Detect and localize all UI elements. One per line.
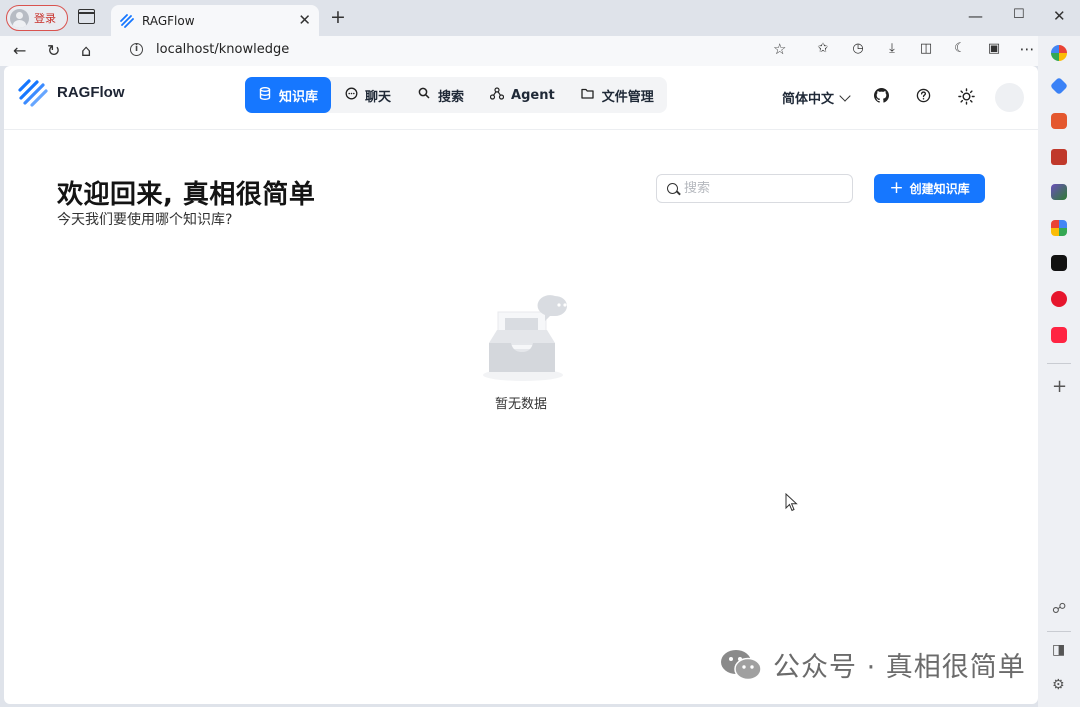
- profile-login-label: 登录: [34, 12, 56, 25]
- search-icon: [667, 183, 678, 194]
- app-header: RAGFlow 知识库 聊天 搜索 Agent 文件管理 简体中文: [4, 66, 1038, 130]
- empty-state-text: 暂无数据: [494, 397, 547, 412]
- nav-search[interactable]: 搜索: [404, 77, 477, 113]
- games-app-icon[interactable]: [1051, 184, 1067, 200]
- create-knowledge-base-button[interactable]: + 创建知识库: [874, 174, 985, 203]
- site-info-icon[interactable]: i: [130, 43, 143, 56]
- reload-icon[interactable]: ↻: [47, 41, 60, 60]
- tag-app-icon[interactable]: [1049, 76, 1069, 96]
- back-icon[interactable]: ←: [13, 41, 26, 60]
- favorites-icon[interactable]: ✩: [815, 41, 831, 57]
- search-icon: [417, 87, 431, 103]
- google-app-icon[interactable]: [1051, 45, 1067, 61]
- chevron-down-icon: [839, 89, 851, 102]
- github-icon[interactable]: [873, 88, 889, 104]
- chat-icon: [344, 87, 358, 104]
- sidebar-tools-icon[interactable]: ☍: [1052, 601, 1066, 617]
- theme-sun-icon[interactable]: [958, 88, 975, 105]
- plus-icon: +: [889, 178, 904, 198]
- office-app-icon[interactable]: [1051, 113, 1067, 129]
- tiktok-app-icon[interactable]: [1051, 255, 1067, 271]
- tab-title: RAGFlow: [142, 13, 195, 28]
- new-tab-icon[interactable]: +: [330, 6, 346, 28]
- sidebar-divider-bottom: [1047, 631, 1071, 632]
- profile-avatar-icon: [10, 8, 29, 28]
- main-nav: 知识库 聊天 搜索 Agent 文件管理: [245, 77, 667, 113]
- browser-tab-ragflow[interactable]: RAGFlow ✕: [111, 5, 319, 36]
- performance-icon[interactable]: ☾: [952, 41, 968, 57]
- folder-icon: [581, 88, 595, 103]
- nav-chat[interactable]: 聊天: [331, 77, 404, 113]
- nav-knowledge-base[interactable]: 知识库: [245, 77, 332, 113]
- knowledge-search-box[interactable]: [656, 174, 853, 203]
- help-icon[interactable]: [915, 88, 931, 104]
- wechat-logo-icon: [721, 649, 762, 680]
- nav-agent[interactable]: Agent: [477, 77, 568, 113]
- add-app-icon[interactable]: +: [1052, 376, 1067, 397]
- create-knowledge-base-label: 创建知识库: [909, 182, 970, 196]
- empty-inbox-icon: [483, 295, 573, 381]
- hide-sidebar-icon[interactable]: ◨: [1052, 642, 1065, 658]
- apps-grid-icon[interactable]: [1051, 220, 1067, 236]
- url-text[interactable]: localhost/knowledge: [156, 42, 289, 57]
- more-menu-icon[interactable]: ⋯: [1019, 41, 1035, 57]
- nav-file-management-label: 文件管理: [601, 89, 654, 105]
- watermark-text: 公众号 · 真相很简单: [773, 652, 1026, 683]
- tools-app-icon[interactable]: [1051, 149, 1067, 165]
- watermark: 公众号 · 真相很简单: [719, 645, 1026, 684]
- bookmark-star-icon[interactable]: ☆: [773, 40, 786, 58]
- nav-chat-label: 聊天: [365, 89, 392, 105]
- history-icon[interactable]: ◷: [850, 41, 866, 57]
- minimize-icon[interactable]: —: [968, 7, 983, 25]
- page-subtitle: 今天我们要使用哪个知识库?: [57, 212, 233, 228]
- maximize-icon[interactable]: ☐: [1013, 7, 1025, 22]
- sidebar-settings-icon[interactable]: ⚙: [1052, 677, 1065, 693]
- language-select-value: 简体中文: [782, 92, 835, 107]
- xiaohongshu-app-icon[interactable]: [1051, 327, 1067, 343]
- nav-file-management[interactable]: 文件管理: [568, 77, 667, 113]
- ragflow-page: RAGFlow 知识库 聊天 搜索 Agent 文件管理 简体中文 欢迎回来, …: [4, 66, 1038, 704]
- mouse-cursor-icon: [785, 493, 798, 512]
- knowledge-search-input[interactable]: [684, 181, 834, 196]
- edge-sidebar: + ☍ ◨ ⚙: [1038, 36, 1080, 707]
- screenshot-icon[interactable]: ◫: [918, 41, 934, 57]
- close-window-icon[interactable]: ✕: [1053, 7, 1066, 25]
- brand-name[interactable]: RAGFlow: [57, 84, 125, 101]
- browser-tab-bar: 登录 RAGFlow ✕ + — ☐ ✕: [0, 0, 1080, 36]
- nav-agent-label: Agent: [511, 87, 555, 103]
- wallet-icon[interactable]: ▣: [986, 41, 1002, 57]
- profile-login-button[interactable]: 登录: [6, 5, 68, 31]
- page-title: 欢迎回来, 真相很简单: [57, 180, 316, 210]
- sidebar-divider: [1047, 363, 1071, 364]
- language-select[interactable]: 简体中文: [782, 88, 851, 107]
- weibo-app-icon[interactable]: [1051, 291, 1067, 307]
- ragflow-favicon-icon: [120, 13, 134, 28]
- database-icon: [258, 86, 272, 104]
- nav-knowledge-base-label: 知识库: [279, 89, 319, 105]
- home-icon[interactable]: ⌂: [81, 41, 91, 60]
- tab-actions-icon[interactable]: [78, 9, 95, 24]
- tab-close-icon[interactable]: ✕: [298, 11, 311, 29]
- download-icon[interactable]: ⤓: [884, 41, 900, 57]
- user-avatar[interactable]: [995, 83, 1024, 112]
- agent-graph-icon: [489, 86, 505, 104]
- nav-search-label: 搜索: [438, 89, 465, 105]
- ragflow-logo-icon[interactable]: [17, 78, 49, 108]
